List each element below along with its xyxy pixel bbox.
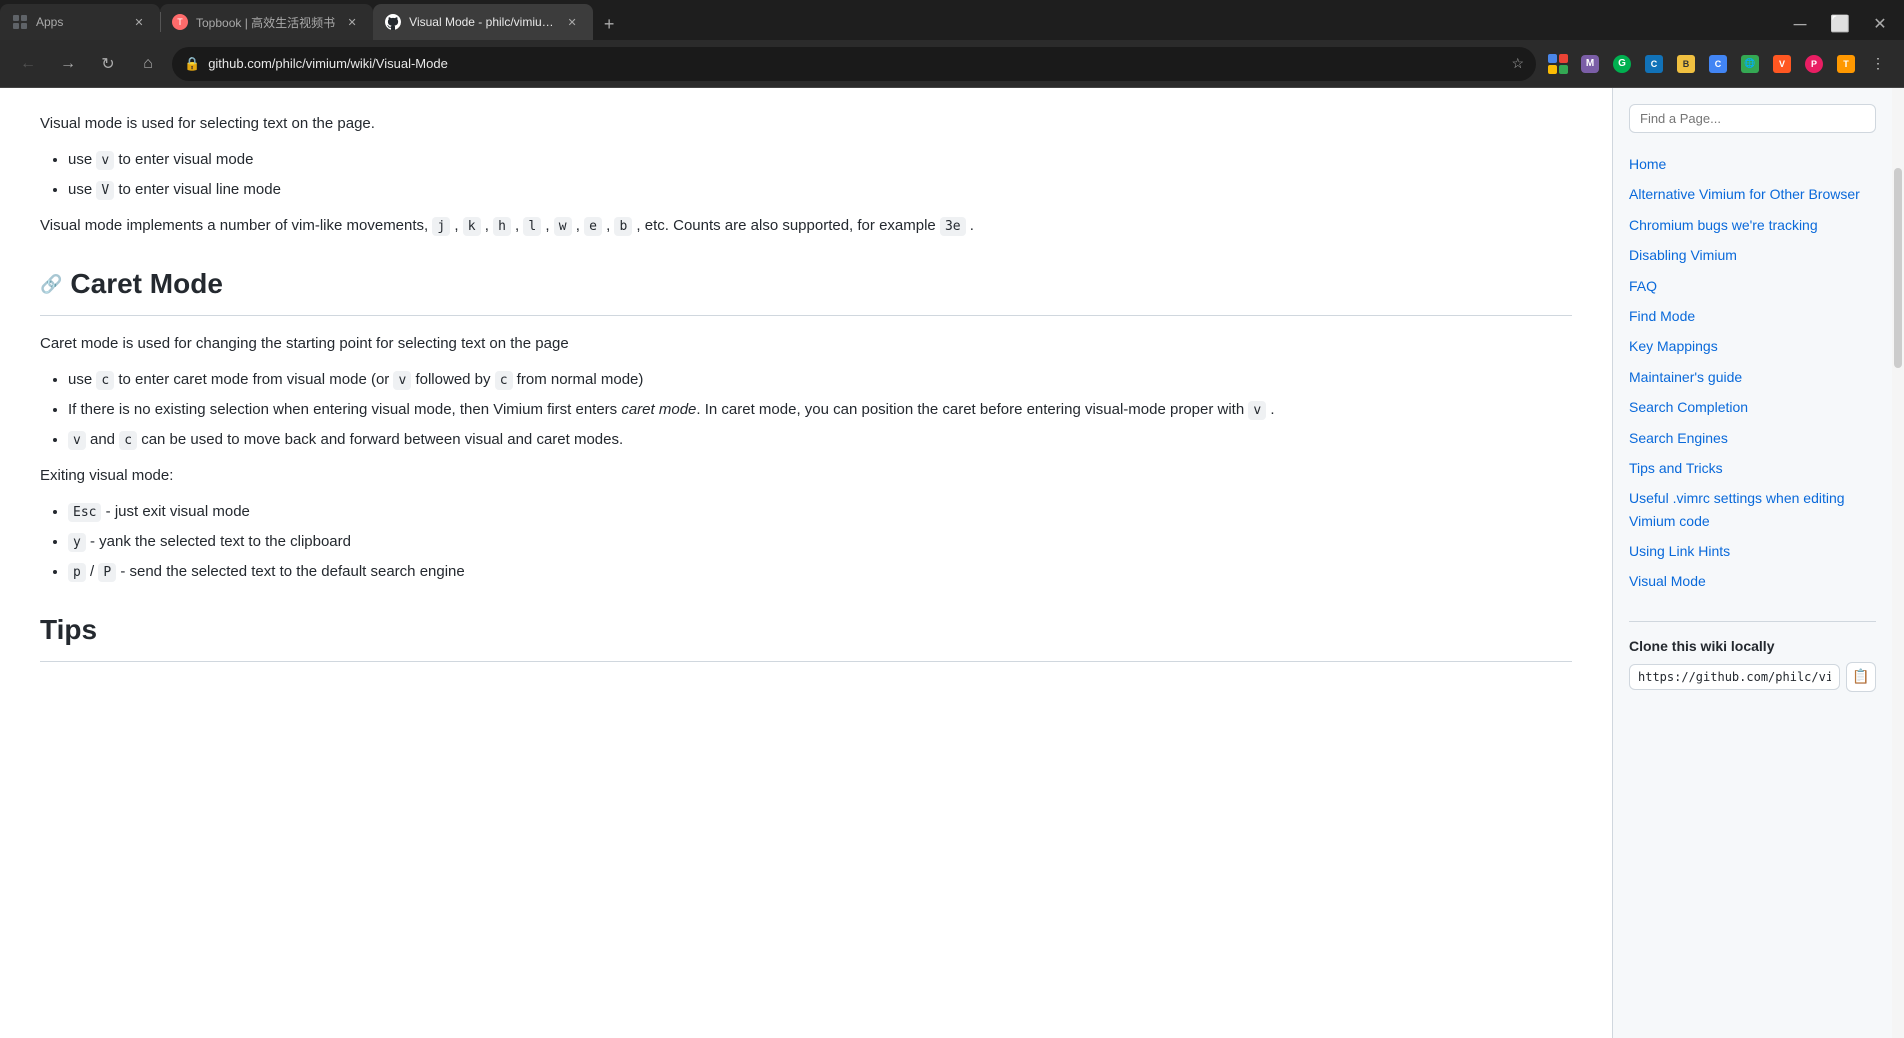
tabs-bar: Apps ✕ T Topbook | 高效生活视频书 ✕ Visual Mode… [0, 0, 1904, 40]
main-content-area: Visual mode is used for selecting text o… [0, 88, 1904, 1038]
clone-url-row: 📋 [1629, 662, 1876, 692]
ext-icon-4[interactable]: C [1640, 50, 1668, 78]
sidebar-nav-link-6[interactable]: Key Mappings [1629, 331, 1876, 361]
reload-button[interactable]: ↻ [92, 48, 124, 80]
tab-title-apps: Apps [36, 15, 122, 29]
minimize-button[interactable]: ─ [1784, 8, 1816, 40]
sidebar-nav-link-9[interactable]: Search Engines [1629, 423, 1876, 453]
ext-icon-7[interactable]: 🌐 [1736, 50, 1764, 78]
page-content: Visual mode is used for selecting text o… [0, 88, 1612, 1038]
ext-icon-9[interactable]: P [1800, 50, 1828, 78]
browser-frame: Apps ✕ T Topbook | 高效生活视频书 ✕ Visual Mode… [0, 0, 1904, 1038]
tab-close-topbook[interactable]: ✕ [343, 13, 361, 31]
wiki-sidebar: HomeAlternative Vimium for Other Browser… [1612, 88, 1892, 1038]
sidebar-nav: HomeAlternative Vimium for Other Browser… [1629, 149, 1876, 597]
tab-favicon-apps [12, 14, 28, 30]
close-window-button[interactable]: ✕ [1864, 8, 1896, 40]
ext-icon-2[interactable]: M [1576, 50, 1604, 78]
sidebar-nav-link-4[interactable]: FAQ [1629, 271, 1876, 301]
tab-title-vimium: Visual Mode - philc/vimium Wi... [409, 15, 555, 29]
tab-close-apps[interactable]: ✕ [130, 13, 148, 31]
address-input[interactable] [208, 56, 1503, 71]
address-bar[interactable]: 🔒 ☆ [172, 47, 1536, 81]
sidebar-nav-link-2[interactable]: Chromium bugs we're tracking [1629, 210, 1876, 240]
forward-button[interactable]: → [52, 48, 84, 80]
exit-bullet-p: p / P - send the selected text to the de… [68, 560, 1572, 584]
caret-bullet-2: If there is no existing selection when e… [68, 398, 1572, 422]
tab-vimium[interactable]: Visual Mode - philc/vimium Wi... ✕ [373, 4, 593, 40]
sidebar-nav-link-11[interactable]: Useful .vimrc settings when editing Vimi… [1629, 483, 1876, 536]
sidebar-nav-link-8[interactable]: Search Completion [1629, 392, 1876, 422]
tab-title-topbook: Topbook | 高效生活视频书 [196, 14, 335, 31]
visual-mode-bullets: use v to enter visual mode use V to ente… [40, 148, 1572, 202]
ext-icon-10[interactable]: T [1832, 50, 1860, 78]
sidebar-nav-link-3[interactable]: Disabling Vimium [1629, 240, 1876, 270]
tab-close-vimium[interactable]: ✕ [563, 13, 581, 31]
nav-bar: ← → ↻ ⌂ 🔒 ☆ M G [0, 40, 1904, 88]
home-button[interactable]: ⌂ [132, 48, 164, 80]
sidebar-search-input[interactable] [1629, 104, 1876, 133]
tips-heading: Tips [40, 608, 1572, 662]
scrollbar-track[interactable] [1892, 88, 1904, 1038]
sidebar-nav-link-7[interactable]: Maintainer's guide [1629, 362, 1876, 392]
visual-mode-intro: Visual mode is used for selecting text o… [40, 112, 1572, 136]
ext-icon-8[interactable]: V [1768, 50, 1796, 78]
bullet-v: use v to enter visual mode [68, 148, 1572, 172]
ext-icon-3[interactable]: G [1608, 50, 1636, 78]
clone-title: Clone this wiki locally [1629, 638, 1876, 654]
tab-favicon-vimium [385, 14, 401, 30]
toolbar-extensions: M G C B C 🌐 V P T [1544, 50, 1892, 78]
ext-icon-1[interactable] [1544, 50, 1572, 78]
caret-bullets: use c to enter caret mode from visual mo… [40, 368, 1572, 452]
ext-icon-6[interactable]: C [1704, 50, 1732, 78]
bookmark-icon[interactable]: ☆ [1511, 55, 1524, 72]
tab-apps[interactable]: Apps ✕ [0, 4, 160, 40]
tab-favicon-topbook: T [172, 14, 188, 30]
sidebar-nav-link-5[interactable]: Find Mode [1629, 301, 1876, 331]
exit-bullet-y: y - yank the selected text to the clipbo… [68, 530, 1572, 554]
exit-bullets: Esc - just exit visual mode y - yank the… [40, 500, 1572, 584]
caret-mode-heading: 🔗 Caret Mode [40, 262, 1572, 316]
maximize-button[interactable]: ⬜ [1824, 8, 1856, 40]
exit-bullet-esc: Esc - just exit visual mode [68, 500, 1572, 524]
new-tab-button[interactable]: + [593, 8, 625, 40]
sidebar-nav-link-10[interactable]: Tips and Tricks [1629, 453, 1876, 483]
clone-section: Clone this wiki locally 📋 [1629, 621, 1876, 692]
bullet-V: use V to enter visual line mode [68, 178, 1572, 202]
anchor-icon[interactable]: 🔗 [40, 270, 62, 299]
clone-url-input[interactable] [1629, 664, 1840, 690]
tab-topbook[interactable]: T Topbook | 高效生活视频书 ✕ [160, 4, 373, 40]
lock-icon: 🔒 [184, 56, 200, 72]
ext-icon-5[interactable]: B [1672, 50, 1700, 78]
sidebar-nav-link-13[interactable]: Visual Mode [1629, 566, 1876, 596]
caret-bullet-1: use c to enter caret mode from visual mo… [68, 368, 1572, 392]
back-button[interactable]: ← [12, 48, 44, 80]
implements-para: Visual mode implements a number of vim-l… [40, 214, 1572, 238]
sidebar-nav-link-1[interactable]: Alternative Vimium for Other Browser [1629, 179, 1876, 209]
sidebar-nav-link-12[interactable]: Using Link Hints [1629, 536, 1876, 566]
caret-bullet-3: v and c can be used to move back and for… [68, 428, 1572, 452]
sidebar-nav-link-0[interactable]: Home [1629, 149, 1876, 179]
exiting-label: Exiting visual mode: [40, 464, 1572, 488]
caret-intro: Caret mode is used for changing the star… [40, 332, 1572, 356]
clone-copy-button[interactable]: 📋 [1846, 662, 1876, 692]
menu-button[interactable]: ⋮ [1864, 50, 1892, 78]
scrollbar-thumb[interactable] [1894, 168, 1902, 368]
